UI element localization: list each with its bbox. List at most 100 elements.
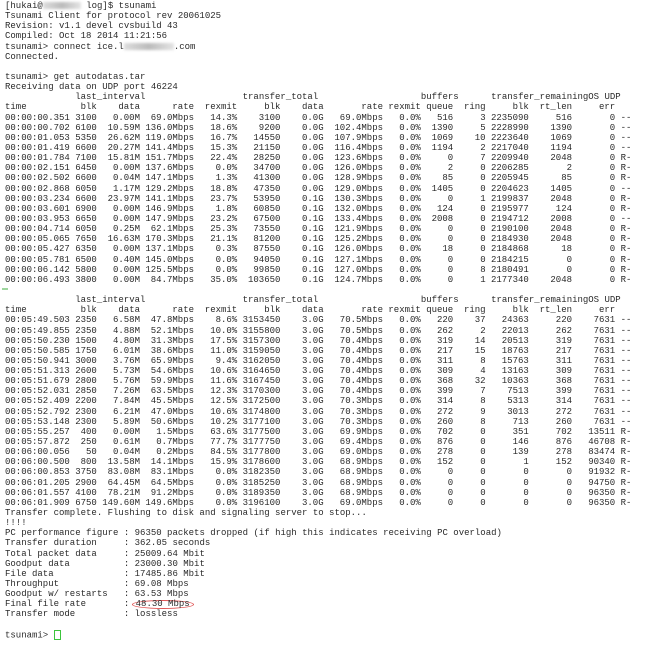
cell-interval-rate: 45.5Mbps <box>150 396 194 407</box>
cell-buffer-queue: 0 <box>447 497 454 508</box>
stat-value: 25009.64 Mbit <box>134 548 205 559</box>
stat-line: Goodput data : 23000.30 Mbit <box>5 559 631 569</box>
cell-interval-rexmit: 11.6% <box>210 376 238 387</box>
cell-udp-err: 96350 <box>588 497 616 508</box>
column-header-row: time blk data rate rexmit blk data rate rexmit qu… <box>5 102 631 112</box>
table-row: 00:00:02.868 6050 1.17M 129.2Mbps 18.8% 47350… <box>5 184 631 194</box>
cell-interval-rexmit: 23.7% <box>210 193 238 204</box>
cell-rt-len: 262 <box>555 325 572 336</box>
terminal-output[interactable]: [hukai@ log]$ tsunami Tsunami Client for… <box>2 1 632 640</box>
cell-udp-err: 7631 <box>593 396 616 407</box>
cell-total-rexmit: 0.0% <box>399 386 421 397</box>
cell-total-data: 3.0G <box>302 335 324 346</box>
cell-remaining-blk: 146 <box>512 437 529 448</box>
cell-interval-data: 0.00M <box>112 163 140 174</box>
cell-total-data: 0.0G <box>302 122 324 133</box>
cell-rt-len: 309 <box>555 366 572 377</box>
group-header: last_interval <box>75 92 146 103</box>
cell-interval-rexmit: 1.3% <box>215 173 238 184</box>
cell-time: 00:00:05.427 <box>5 244 70 255</box>
table-row: 00:00:04.714 6050 0.25M 62.1Mbps 25.3% 73550 0… <box>5 224 631 234</box>
column-header-row: time blk data rate rexmit blk data rate rexmit qu… <box>5 305 631 315</box>
cell-total-data: 3.0G <box>302 447 324 458</box>
cell-udp-err: 0 <box>609 203 616 214</box>
cell-buffer-queue: 278 <box>437 447 454 458</box>
cell-total-blk: 3182350 <box>242 467 281 478</box>
cell-remaining-blk: 2228990 <box>490 122 529 133</box>
cell-buffer-ring: 1 <box>480 274 486 285</box>
stat-line: PC performance figure : 96350 packets dr… <box>5 528 631 538</box>
cell-udp-err: 0 <box>609 274 616 285</box>
revision-line: Revision: v1.1 devel cvsbuild 43 <box>5 21 178 32</box>
stat-value: 69.08 Mbps <box>134 579 189 590</box>
final-prompt-line[interactable]: tsunami> <box>5 629 631 640</box>
cell-buffer-ring: 0 <box>480 163 486 174</box>
cell-total-rate: 126.0Mbps <box>334 163 384 174</box>
cell-flag: R- <box>620 153 632 164</box>
cell-interval-rexmit: 0.0% <box>215 254 238 265</box>
cell-time: 00:00:06.493 <box>5 274 70 285</box>
table-row: 00:05:53.148 2300 5.89M 50.6Mbps 10.2% 317710… <box>5 417 631 427</box>
cell-buffer-ring: 14 <box>474 335 486 346</box>
cell-remaining-blk: 2190100 <box>490 224 529 235</box>
stat-colon: : <box>123 589 135 600</box>
cell-interval-rexmit: 15.3% <box>210 142 238 153</box>
cell-rt-len: 399 <box>555 386 572 397</box>
cell-total-rate: 127.1Mbps <box>334 254 384 265</box>
cell-total-blk: 94050 <box>253 254 281 265</box>
cell-rt-len: 278 <box>555 447 572 458</box>
cell-interval-data: 23.97M <box>107 193 140 204</box>
cell-udp-err: 7631 <box>593 355 616 366</box>
cell-buffer-queue: 399 <box>437 386 454 397</box>
cell-total-blk: 3177750 <box>242 437 281 448</box>
cell-total-rate: 107.9Mbps <box>334 132 384 143</box>
cell-total-blk: 3164650 <box>242 366 281 377</box>
table-row: 00:06:00.056 50 0.04M 0.2Mbps 84.5% 3177800 3.… <box>5 447 631 457</box>
table-row: 00:05:51.313 2600 5.73M 54.6Mbps 10.6% 316465… <box>5 366 631 376</box>
cell-remaining-blk: 2209940 <box>490 153 529 164</box>
cell-time: 00:05:57.872 <box>5 437 70 448</box>
connect-suffix: .com <box>173 41 196 52</box>
cell-interval-data: 149.60M <box>102 497 140 508</box>
cell-total-data: 3.0G <box>302 325 324 336</box>
cell-interval-rexmit: 18.8% <box>210 183 238 194</box>
cell-buffer-queue: 262 <box>437 325 454 336</box>
cell-interval-blk: 800 <box>80 457 97 468</box>
stat-line: File data : 17485.86 Mbit <box>5 569 631 579</box>
cell-flag: -- <box>620 112 632 123</box>
cell-total-rexmit: 0.0% <box>399 203 421 214</box>
cell-total-blk: 103650 <box>248 274 281 285</box>
cell-buffer-queue: 311 <box>437 355 454 366</box>
cell-total-rate: 130.3Mbps <box>334 193 384 204</box>
cell-buffer-ring: 37 <box>474 315 486 326</box>
cell-total-rexmit: 0.0% <box>399 315 421 326</box>
cell-buffer-ring: 5 <box>480 122 486 133</box>
cell-buffer-ring: 15 <box>474 345 486 356</box>
cell-total-data: 3.0G <box>302 497 324 508</box>
cell-buffer-queue: 18 <box>442 244 454 255</box>
cell-rt-len: 702 <box>555 426 572 437</box>
cell-time: 00:00:03.953 <box>5 213 70 224</box>
cell-interval-rexmit: 12.3% <box>210 386 238 397</box>
cell-total-rate: 102.4Mbps <box>334 122 384 133</box>
cell-interval-data: 20.27M <box>107 142 140 153</box>
cell-flag: -- <box>620 325 632 336</box>
cell-interval-rate: 84.7Mbps <box>150 274 194 285</box>
cell-total-data: 3.0G <box>302 386 324 397</box>
cell-total-rate: 70.5Mbps <box>339 315 384 326</box>
cell-interval-blk: 3000 <box>75 355 97 366</box>
cell-interval-rate: 125.5Mbps <box>145 264 194 275</box>
cell-total-rate: 69.0Mbps <box>339 497 384 508</box>
cursor-icon[interactable] <box>53 629 61 640</box>
cell-total-data: 0.1G <box>302 254 324 265</box>
table-row: 00:06:01.909 6750 149.60M 149.6Mbps 0.0% 3196… <box>5 498 631 508</box>
cell-flag: R- <box>620 426 632 437</box>
table-row: 00:06:01.557 4100 78.21M 91.2Mbps 0.0% 318935… <box>5 488 631 498</box>
stat-line: Throughput : 69.08 Mbps <box>5 579 631 589</box>
cell-total-data: 3.0G <box>302 355 324 366</box>
cell-interval-rexmit: 0.0% <box>215 264 238 275</box>
cell-total-rate: 70.4Mbps <box>339 355 384 366</box>
cell-total-data: 0.1G <box>302 213 324 224</box>
cell-buffer-queue: 0 <box>447 224 454 235</box>
cell-buffer-ring: 3 <box>480 112 486 123</box>
